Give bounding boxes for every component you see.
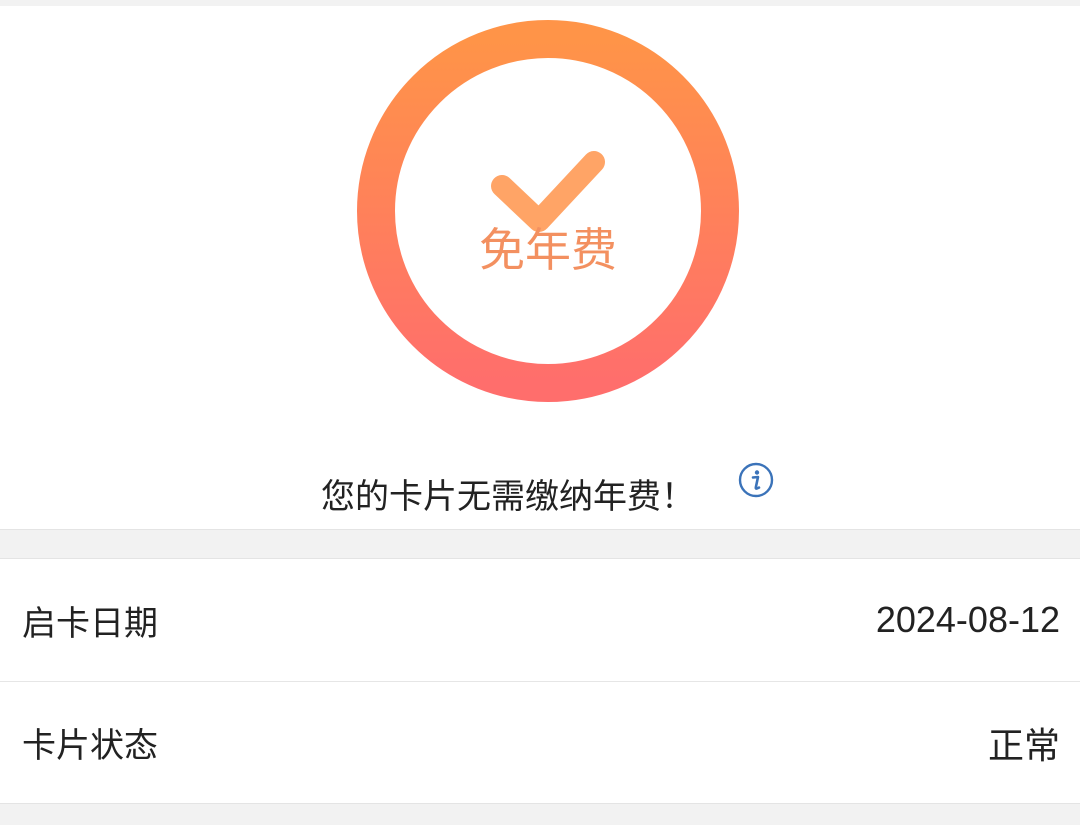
info-icon[interactable] bbox=[738, 462, 774, 498]
detail-value: 正常 bbox=[987, 724, 1060, 766]
status-message-row: 您的卡片无需缴纳年费！ bbox=[0, 477, 1080, 517]
gradient-ring-icon: 免年费 bbox=[357, 20, 739, 402]
detail-label: 启卡日期 bbox=[22, 603, 158, 644]
badge-text: 免年费 bbox=[479, 223, 617, 277]
status-message: 您的卡片无需缴纳年费！ bbox=[321, 477, 695, 517]
card-details-list: 启卡日期 2024-08-12 卡片状态 正常 bbox=[0, 558, 1080, 804]
detail-label: 卡片状态 bbox=[22, 726, 158, 766]
detail-row-card-status: 卡片状态 正常 bbox=[0, 681, 1080, 803]
annual-fee-badge: 免年费 bbox=[355, 18, 741, 404]
check-icon bbox=[491, 151, 605, 232]
detail-row-activation-date: 启卡日期 2024-08-12 bbox=[0, 559, 1080, 681]
detail-value: 2024-08-12 bbox=[875, 599, 1060, 640]
section-gap bbox=[0, 530, 1080, 558]
annual-fee-panel: 免年费 您的卡片无需缴纳年费！ bbox=[0, 6, 1080, 530]
